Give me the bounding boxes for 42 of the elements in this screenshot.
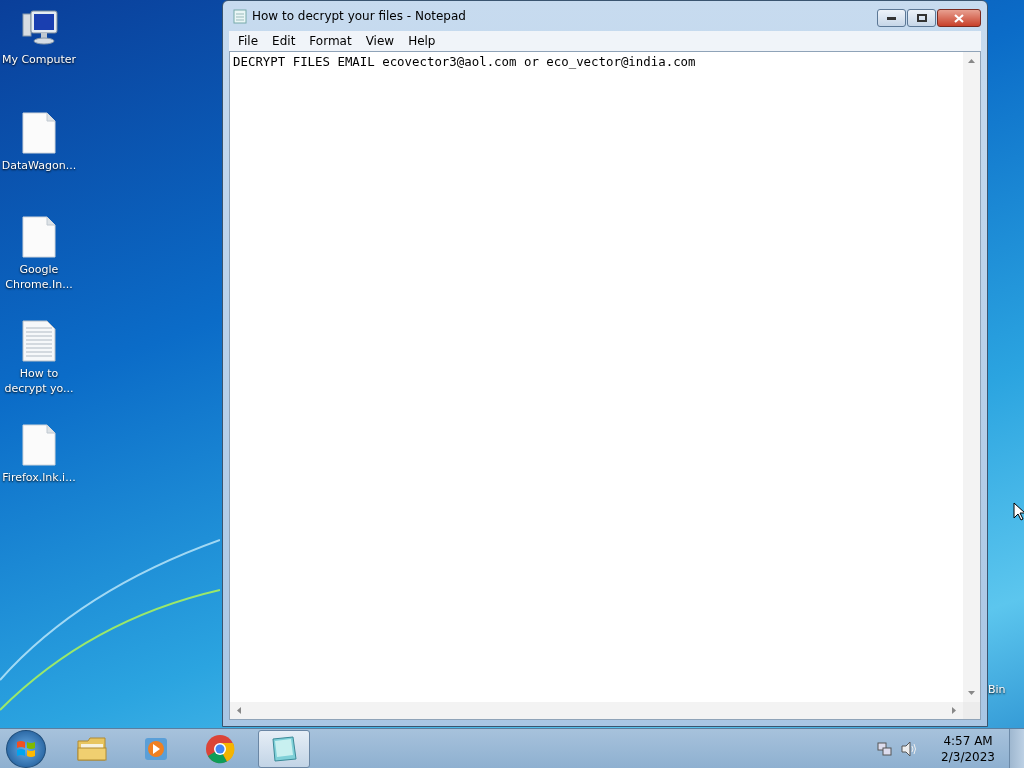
menu-item[interactable]: Help (401, 34, 443, 48)
scroll-down-icon[interactable] (968, 691, 975, 696)
vertical-scrollbar[interactable] (963, 52, 980, 702)
scroll-up-icon[interactable] (968, 58, 975, 63)
minimize-icon (887, 16, 896, 20)
folder-icon (77, 735, 107, 762)
menu-item[interactable]: Format (302, 34, 359, 48)
close-icon (954, 13, 964, 23)
desktop-icon-label[interactable]: My Computer (0, 52, 78, 67)
network-icon[interactable] (877, 740, 894, 757)
window-title: How to decrypt your files - Notepad (252, 9, 466, 23)
blank-file-icon[interactable] (22, 216, 56, 258)
taskbar-button[interactable] (258, 729, 310, 768)
show-desktop-button[interactable] (1009, 729, 1024, 768)
desktop-icon-label[interactable]: DataWagon... (0, 158, 78, 173)
document-text: DECRYPT FILES EMAIL ecovector3@aol.com or eco_vector@india.com (233, 54, 697, 69)
clock-date[interactable]: 2/3/2023 (941, 748, 995, 765)
menu-item[interactable]: File (231, 34, 266, 48)
menu-item[interactable]: Edit (265, 34, 303, 48)
mouse-pointer-icon (1013, 502, 1024, 521)
scroll-left-icon[interactable] (236, 707, 241, 714)
clock-time[interactable]: 4:57 AM (943, 732, 993, 749)
text-file-icon[interactable] (22, 320, 56, 362)
blank-file-icon[interactable] (22, 424, 56, 466)
menu-item[interactable]: View (358, 34, 402, 48)
minimize-button[interactable] (877, 9, 906, 27)
notepad-icon (233, 8, 247, 24)
notepad-icon (269, 734, 299, 763)
desktop-icon-label[interactable]: Firefox.lnk.i... (0, 470, 78, 485)
chrome-icon (205, 733, 235, 764)
media-player-icon (143, 735, 169, 762)
desktop-icon-label[interactable]: How to decrypt yo... (0, 366, 78, 396)
horizontal-scrollbar[interactable] (230, 702, 963, 719)
restore-icon (916, 14, 927, 22)
resize-grip[interactable] (963, 702, 980, 719)
desktop-icon-label[interactable]: Google Chrome.In... (0, 262, 78, 292)
blank-file-icon[interactable] (22, 112, 56, 154)
maximize-button[interactable] (907, 9, 936, 27)
start-button[interactable] (6, 729, 46, 768)
close-button[interactable] (937, 9, 981, 27)
scroll-right-icon[interactable] (952, 707, 957, 714)
computer-icon[interactable] (19, 8, 59, 48)
